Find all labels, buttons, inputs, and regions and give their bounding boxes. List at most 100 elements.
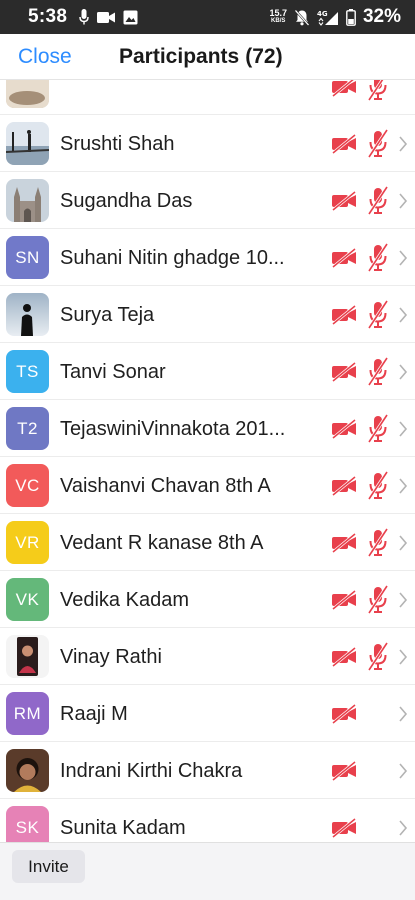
participant-name: TejaswiniVinnakota 201... [60, 418, 286, 440]
avatar: RM [6, 692, 49, 735]
avatar-initials: T2 [17, 418, 38, 438]
avatar: SN [6, 236, 49, 279]
participant-name: Indrani Kirthi Chakra [60, 760, 243, 782]
mute-bell-icon [294, 9, 310, 26]
avatar [6, 749, 49, 792]
chevron-right-icon[interactable] [398, 705, 408, 723]
avatar-initials: TS [16, 361, 39, 381]
avatar: VC [6, 464, 49, 507]
video-off-icon[interactable] [331, 533, 357, 553]
microphone-icon [79, 9, 89, 25]
avatar [6, 293, 49, 336]
mic-muted-icon[interactable] [367, 414, 389, 443]
avatar-initials: SN [15, 247, 40, 267]
mic-muted-icon[interactable] [367, 642, 389, 671]
participant-list[interactable]: Srushti Shah Sugandha Das SN Suhani Nitin g… [0, 80, 415, 842]
avatar-initials: RM [13, 703, 42, 723]
video-off-icon[interactable] [331, 134, 357, 154]
participant-name: Surya Teja [60, 304, 155, 326]
avatar [6, 635, 49, 678]
status-bar: 5:38 15.7 KB/S 4G 32% [0, 0, 415, 34]
mic-muted-icon[interactable] [367, 585, 389, 614]
participant-name: Suhani Nitin ghadge 10... [60, 247, 285, 269]
video-off-icon[interactable] [331, 248, 357, 268]
list-item[interactable]: Surya Teja [0, 286, 415, 343]
list-item[interactable]: VK Vedika Kadam [0, 571, 415, 628]
participant-name: Vinay Rathi [60, 646, 162, 668]
avatar-initials: VC [15, 475, 40, 495]
chevron-right-icon[interactable] [398, 648, 408, 666]
participant-name: Raaji M [60, 703, 128, 725]
video-off-icon[interactable] [331, 476, 357, 496]
list-item[interactable]: SK Sunita Kadam [0, 799, 415, 842]
list-item[interactable]: T2 TejaswiniVinnakota 201... [0, 400, 415, 457]
avatar: VR [6, 521, 49, 564]
avatar [6, 179, 49, 222]
list-item[interactable]: TS Tanvi Sonar [0, 343, 415, 400]
avatar-initials: VK [15, 589, 40, 609]
list-item[interactable]: RM Raaji M [0, 685, 415, 742]
video-off-icon[interactable] [331, 191, 357, 211]
video-off-icon[interactable] [331, 647, 357, 667]
avatar: TS [6, 350, 49, 393]
list-item[interactable]: Indrani Kirthi Chakra [0, 742, 415, 799]
avatar-initials: SK [15, 817, 40, 837]
mic-muted-icon [367, 80, 387, 101]
chevron-right-icon[interactable] [398, 135, 408, 153]
video-off-icon[interactable] [331, 818, 357, 838]
video-off-icon[interactable] [331, 362, 357, 382]
battery-icon [346, 8, 356, 26]
avatar: SK [6, 806, 49, 842]
chevron-right-icon[interactable] [398, 420, 408, 438]
page-title: Participants (72) [119, 44, 283, 68]
list-item[interactable]: Sugandha Das [0, 172, 415, 229]
chevron-right-icon[interactable] [398, 363, 408, 381]
network-speed: 15.7 KB/S [269, 8, 287, 25]
close-button[interactable]: Close [18, 45, 72, 69]
chevron-right-icon[interactable] [398, 192, 408, 210]
mic-muted-icon[interactable] [367, 300, 389, 329]
svg-text:4G: 4G [317, 10, 328, 18]
mic-muted-icon[interactable] [367, 357, 389, 386]
list-item-partial[interactable] [0, 80, 415, 115]
mic-muted-icon[interactable] [367, 129, 389, 158]
video-off-icon[interactable] [331, 305, 357, 325]
battery-percent: 32% [362, 6, 401, 27]
list-item[interactable]: VC Vaishanvi Chavan 8th A [0, 457, 415, 514]
chevron-right-icon[interactable] [398, 762, 408, 780]
avatar: VK [6, 578, 49, 621]
participants-footer: Invite [0, 842, 415, 900]
list-item[interactable]: Vinay Rathi [0, 628, 415, 685]
participant-name: Srushti Shah [60, 133, 175, 155]
gallery-icon [123, 10, 138, 24]
chevron-right-icon[interactable] [398, 249, 408, 267]
video-off-icon[interactable] [331, 761, 357, 781]
video-off-icon[interactable] [331, 590, 357, 610]
mic-muted-icon[interactable] [367, 186, 389, 215]
participant-name: Vaishanvi Chavan 8th A [60, 475, 271, 497]
participant-count: (72) [245, 44, 283, 68]
list-item[interactable]: Srushti Shah [0, 115, 415, 172]
video-off-icon[interactable] [331, 419, 357, 439]
participant-name: Vedika Kadam [60, 589, 189, 611]
video-camera-icon [97, 11, 116, 23]
avatar [6, 80, 49, 108]
list-item[interactable]: SN Suhani Nitin ghadge 10... [0, 229, 415, 286]
chevron-right-icon[interactable] [398, 477, 408, 495]
participant-name: Sugandha Das [60, 190, 193, 212]
signal-icon: 4G [317, 10, 338, 26]
mic-muted-icon[interactable] [367, 528, 389, 557]
chevron-right-icon[interactable] [398, 534, 408, 552]
list-item[interactable]: VR Vedant R kanase 8th A [0, 514, 415, 571]
mic-muted-icon[interactable] [367, 243, 389, 272]
avatar [6, 122, 49, 165]
video-off-icon[interactable] [331, 704, 357, 724]
chevron-right-icon[interactable] [398, 819, 408, 837]
participant-name: Tanvi Sonar [60, 361, 166, 383]
participant-name: Sunita Kadam [60, 817, 186, 839]
participant-name: Vedant R kanase 8th A [60, 532, 264, 554]
invite-button[interactable]: Invite [12, 850, 85, 883]
mic-muted-icon[interactable] [367, 471, 389, 500]
chevron-right-icon[interactable] [398, 306, 408, 324]
chevron-right-icon[interactable] [398, 591, 408, 609]
